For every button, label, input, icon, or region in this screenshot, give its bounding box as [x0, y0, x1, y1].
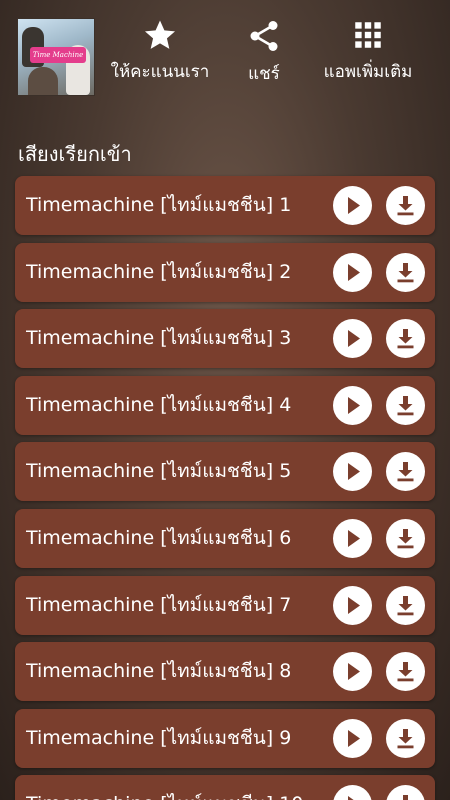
download-icon — [397, 396, 414, 416]
download-icon — [397, 529, 414, 549]
download-button[interactable] — [386, 452, 425, 491]
play-button[interactable] — [333, 319, 372, 358]
download-icon — [397, 462, 414, 482]
play-button[interactable] — [333, 519, 372, 558]
ringtone-row[interactable]: Timemachine [ไทม์แมชชีน] 4 — [15, 376, 435, 435]
rate-us-button[interactable]: ให้คะแนนเรา — [110, 18, 210, 94]
play-icon — [348, 264, 360, 281]
play-icon — [348, 597, 360, 614]
ringtone-title: Timemachine [ไทม์แมชชีน] 9 — [26, 727, 292, 749]
more-apps-label: แอพเพิ่มเติม — [323, 62, 413, 82]
download-icon — [397, 329, 414, 349]
download-button[interactable] — [386, 519, 425, 558]
play-icon — [348, 463, 360, 480]
play-icon — [348, 796, 354, 800]
ringtone-title: Timemachine [ไทม์แมชชีน] 4 — [26, 394, 292, 416]
download-button[interactable] — [386, 785, 425, 800]
download-button[interactable] — [386, 586, 425, 625]
play-button[interactable] — [333, 186, 372, 225]
download-button[interactable] — [386, 652, 425, 691]
share-button[interactable]: แชร์ — [232, 18, 296, 94]
star-icon — [144, 20, 176, 49]
ringtone-row[interactable]: Timemachine [ไทม์แมชชีน] 3 — [15, 309, 435, 368]
play-button[interactable] — [333, 253, 372, 292]
play-icon — [348, 397, 360, 414]
ringtone-title: Timemachine [ไทม์แมชชีน] 5 — [26, 460, 292, 482]
ringtone-row[interactable]: Timemachine [ไทม์แมชชีน] 5 — [15, 442, 435, 501]
play-icon — [348, 197, 360, 214]
play-button[interactable] — [333, 452, 372, 491]
ringtone-title: Timemachine [ไทม์แมชชีน] 2 — [26, 261, 292, 283]
download-icon — [397, 196, 414, 216]
share-icon — [250, 21, 278, 51]
ringtone-row[interactable]: Timemachine [ไทม์แมชชีน] 9 — [15, 709, 435, 768]
ringtone-row[interactable]: Timemachine [ไทม์แมชชีน] 6 — [15, 509, 435, 568]
more-apps-button[interactable]: แอพเพิ่มเติม — [314, 18, 422, 94]
top-header: Time Machine ให้คะแนนเรา แชร์ แอพเพิ่มเต… — [0, 0, 450, 110]
play-button[interactable] — [333, 386, 372, 425]
ringtone-row[interactable]: Timemachine [ไทม์แมชชีน] 8 — [15, 642, 435, 701]
ringtone-row[interactable]: Timemachine [ไทม์แมชชีน] 7 — [15, 576, 435, 635]
download-button[interactable] — [386, 719, 425, 758]
play-button[interactable] — [333, 652, 372, 691]
play-icon — [348, 530, 360, 547]
play-button[interactable] — [333, 586, 372, 625]
download-icon — [397, 662, 414, 682]
download-icon — [403, 795, 408, 800]
ringtone-title: Timemachine [ไทม์แมชชีน] 10 — [26, 775, 326, 800]
download-icon — [397, 729, 414, 749]
play-button[interactable] — [333, 785, 372, 800]
download-icon — [397, 263, 414, 283]
ringtone-row[interactable]: Timemachine [ไทม์แมชชีน] 10 — [15, 775, 435, 800]
grid-icon — [355, 22, 381, 48]
ringtone-title: Timemachine [ไทม์แมชชีน] 3 — [26, 327, 292, 349]
play-icon — [348, 730, 360, 747]
play-icon — [348, 330, 360, 347]
play-button[interactable] — [333, 719, 372, 758]
download-button[interactable] — [386, 253, 425, 292]
ringtone-title: Timemachine [ไทม์แมชชีน] 8 — [26, 660, 292, 682]
download-button[interactable] — [386, 319, 425, 358]
ringtone-row[interactable]: Timemachine [ไทม์แมชชีน] 1 — [15, 176, 435, 235]
album-art-image: Time Machine — [17, 18, 95, 96]
ringtone-title: Timemachine [ไทม์แมชชีน] 1 — [26, 194, 292, 216]
ringtone-title: Timemachine [ไทม์แมชชีน] 7 — [26, 594, 292, 616]
download-button[interactable] — [386, 186, 425, 225]
download-icon — [397, 596, 414, 616]
rate-us-label: ให้คะแนนเรา — [110, 62, 210, 82]
download-button[interactable] — [386, 386, 425, 425]
section-title: เสียงเรียกเข้า — [18, 142, 132, 166]
ringtone-title: Timemachine [ไทม์แมชชีน] 6 — [26, 527, 292, 549]
share-label: แชร์ — [248, 64, 280, 84]
play-icon — [348, 663, 360, 680]
ringtone-row[interactable]: Timemachine [ไทม์แมชชีน] 2 — [15, 243, 435, 302]
